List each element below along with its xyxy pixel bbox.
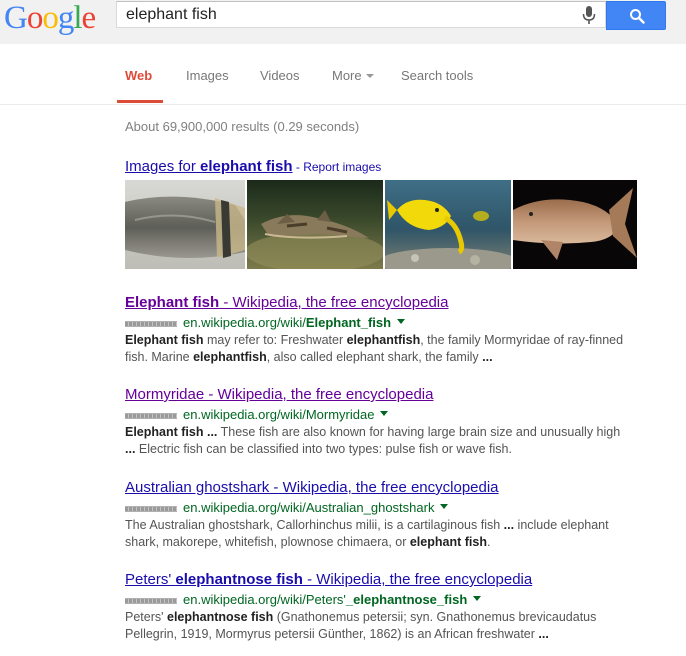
result-title-link[interactable]: Mormyridae - Wikipedia, the free encyclo…: [125, 386, 433, 404]
result-url-line: en.wikipedia.org/wiki/Australian_ghostsh…: [125, 499, 645, 517]
result-url-line: en.wikipedia.org/wiki/Peters'_elephantno…: [125, 591, 645, 609]
snippet-text: These fish are also known for having lar…: [217, 425, 621, 439]
result-snippet: Peters' elephantnose fish (Gnathonemus p…: [125, 609, 625, 643]
url-redaction-bar: [125, 506, 177, 512]
report-images-link[interactable]: Report images: [303, 160, 381, 174]
result-url-text: en.wikipedia.org/wiki/Australian_ghostsh…: [183, 500, 435, 515]
tab-images[interactable]: Images: [186, 68, 229, 83]
snippet-bold: ...: [206, 425, 218, 439]
result-title-text: - Wikipedia, the free encyclopedia: [219, 294, 449, 311]
url-redaction-bar: [125, 321, 177, 327]
result-url-text: en.wikipedia.org/wiki/Peters': [183, 592, 346, 607]
result-url-bold: Elephant_fish: [305, 315, 392, 330]
logo-letter: e: [81, 0, 97, 36]
result-stats: About 69,900,000 results (0.29 seconds): [125, 119, 360, 134]
url-redaction-bar: [125, 598, 177, 604]
fish-image: [385, 180, 511, 269]
result-title-bold: elephantnose fish: [175, 571, 303, 588]
result-url-line: en.wikipedia.org/wiki/Mormyridae: [125, 406, 645, 424]
search-nav: Web Images Videos More Search tools: [0, 44, 686, 105]
result-url-text: en.wikipedia.org/wiki/Mormyridae: [183, 407, 375, 422]
search-box: [116, 1, 606, 28]
tab-videos[interactable]: Videos: [260, 68, 300, 83]
google-logo[interactable]: Google: [4, 0, 97, 36]
image-thumbnail[interactable]: [247, 180, 383, 269]
logo-letter: g: [57, 0, 74, 36]
result-url: en.wikipedia.org/wiki/Peters'_elephantno…: [183, 592, 482, 607]
tab-more-label: More: [332, 68, 362, 83]
search-icon: [630, 9, 645, 24]
result-title-text: Mormyridae - Wikipedia, the free encyclo…: [125, 386, 434, 403]
search-result: Peters' elephantnose fish - Wikipedia, t…: [125, 571, 645, 643]
result-url-bold: _elephantnose_fish: [345, 592, 468, 607]
snippet-text: may refer to: Freshwater: [203, 333, 347, 347]
image-thumbnail[interactable]: [513, 180, 637, 269]
result-title-text: Peters': [125, 571, 176, 588]
result-url-line: en.wikipedia.org/wiki/Elephant_fish: [125, 314, 645, 332]
image-thumbnail[interactable]: [385, 180, 511, 269]
result-title-text: Australian ghostshark - Wikipedia, the f…: [125, 479, 499, 496]
active-tab-indicator: [117, 100, 163, 103]
chevron-down-icon: [365, 73, 374, 78]
snippet-text: Electric fish can be classified into two…: [135, 442, 512, 456]
search-result: Mormyridae - Wikipedia, the free encyclo…: [125, 386, 645, 458]
logo-letter: G: [4, 0, 28, 36]
snippet-text: The Australian ghostshark, Callorhinchus…: [125, 518, 504, 532]
snippet-bold: elephant fish: [409, 535, 487, 549]
result-title-link[interactable]: Peters' elephantnose fish - Wikipedia, t…: [125, 571, 532, 589]
fish-image: [247, 180, 383, 269]
result-url-text: en.wikipedia.org/wiki/: [183, 315, 306, 330]
fish-image: [125, 180, 245, 269]
chevron-down-icon[interactable]: [380, 411, 389, 417]
logo-letter: o: [42, 0, 58, 36]
snippet-text: , also called elephant shark, the family: [266, 350, 483, 364]
search-button[interactable]: [606, 1, 666, 30]
logo-letter: o: [26, 0, 43, 36]
chevron-down-icon[interactable]: [397, 319, 406, 325]
top-bar: Google: [0, 0, 686, 45]
snippet-text: .: [486, 535, 491, 549]
image-strip: [125, 180, 637, 269]
snippet-bold: ...: [482, 350, 493, 364]
result-title-link[interactable]: Elephant fish - Wikipedia, the free ency…: [125, 294, 448, 312]
logo-letter: l: [73, 0, 82, 36]
search-result: Australian ghostshark - Wikipedia, the f…: [125, 479, 645, 551]
microphone-icon[interactable]: [581, 5, 597, 25]
result-url: en.wikipedia.org/wiki/Elephant_fish: [183, 315, 406, 330]
snippet-bold: Elephant fish: [125, 425, 204, 439]
result-snippet: Elephant fish may refer to: Freshwater e…: [125, 332, 625, 366]
snippet-bold: elephantfish: [193, 350, 267, 364]
search-result: Elephant fish - Wikipedia, the free ency…: [125, 294, 645, 366]
chevron-down-icon[interactable]: [440, 504, 449, 510]
snippet-bold: ...: [538, 627, 549, 641]
snippet-text: Peters': [125, 610, 167, 624]
search-input[interactable]: [126, 5, 566, 25]
snippet-bold: Elephant fish: [125, 333, 204, 347]
snippet-bold: elephantnose fish: [167, 610, 274, 624]
result-title-text: - Wikipedia, the free encyclopedia: [302, 571, 533, 588]
result-snippet: Elephant fish ... These fish are also kn…: [125, 424, 625, 458]
images-for-link[interactable]: Images for elephant fish: [125, 158, 293, 175]
images-separator: -: [292, 160, 304, 174]
url-redaction-bar: [125, 413, 177, 419]
chevron-down-icon[interactable]: [473, 596, 482, 602]
image-thumbnail[interactable]: [125, 180, 245, 269]
fish-image: [513, 180, 637, 269]
result-title-bold: Elephant fish: [125, 294, 220, 311]
tab-more[interactable]: More: [332, 68, 374, 83]
snippet-bold: ...: [125, 442, 136, 456]
snippet-bold: elephantfish: [346, 333, 421, 347]
images-for-prefix: Images for: [125, 158, 201, 175]
images-for-query: elephant fish: [200, 158, 293, 175]
snippet-bold: ...: [503, 518, 515, 532]
images-header: Images for elephant fish - Report images: [125, 158, 381, 175]
search-tools-button[interactable]: Search tools: [401, 68, 473, 83]
result-url: en.wikipedia.org/wiki/Australian_ghostsh…: [183, 500, 449, 515]
result-url: en.wikipedia.org/wiki/Mormyridae: [183, 407, 389, 422]
tab-web[interactable]: Web: [125, 68, 152, 83]
result-title-link[interactable]: Australian ghostshark - Wikipedia, the f…: [125, 479, 499, 497]
result-snippet: The Australian ghostshark, Callorhinchus…: [125, 517, 625, 551]
